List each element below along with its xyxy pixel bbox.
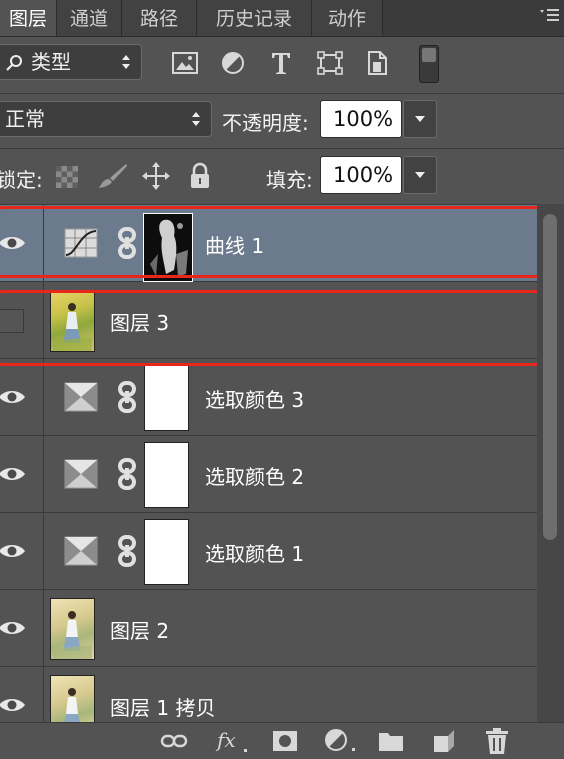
eye-icon	[0, 699, 25, 711]
layer-thumbnail	[50, 598, 95, 660]
fill-value: 100%	[333, 163, 394, 187]
thumbnail-photo	[53, 611, 92, 659]
layer-row-layer-1-copy[interactable]: 图层 1 拷贝	[0, 667, 537, 722]
lock-all-icon[interactable]	[189, 162, 211, 190]
lock-label: 锁定:	[0, 168, 43, 192]
link-icon[interactable]	[116, 381, 138, 413]
eye-icon	[0, 391, 25, 403]
link-icon[interactable]	[116, 458, 138, 490]
highlight-box-curves	[0, 206, 548, 278]
eye-icon	[0, 468, 25, 480]
layer-row-selective-color-2[interactable]: 选取颜色 2	[0, 436, 537, 513]
highlight-box-layer-3	[0, 290, 546, 366]
toggle-knob	[422, 48, 436, 62]
divider	[0, 148, 564, 149]
visibility-toggle[interactable]	[0, 667, 44, 722]
add-layer-mask-icon[interactable]	[271, 729, 299, 753]
fill-label: 填充:	[266, 168, 313, 192]
fill-dropdown-button[interactable]	[403, 156, 437, 194]
visibility-toggle[interactable]	[0, 359, 44, 435]
fill-field[interactable]: 100%	[320, 156, 402, 194]
new-layer-icon[interactable]	[432, 728, 456, 754]
chevron-down-icon	[415, 172, 425, 178]
layer-name: 图层 2	[110, 619, 170, 643]
tab-history[interactable]: 历史记录	[197, 0, 312, 36]
selective-color-adjustment-icon	[64, 382, 98, 412]
eye-icon	[0, 545, 25, 557]
tab-actions[interactable]: 动作	[312, 0, 383, 36]
layer-mask-thumbnail	[144, 365, 189, 431]
layer-name: 选取颜色 3	[205, 388, 305, 412]
thumbnail-photo	[64, 688, 80, 722]
blend-mode-dropdown[interactable]: 正常	[0, 101, 212, 137]
layer-name: 选取颜色 1	[205, 542, 305, 566]
link-layers-icon[interactable]	[160, 733, 188, 749]
tab-layers[interactable]: 图层	[0, 0, 57, 36]
lock-transparent-pixels-icon[interactable]	[56, 166, 78, 188]
layer-row-layer-2[interactable]: 图层 2	[0, 590, 537, 667]
blend-mode-label: 正常	[5, 107, 45, 131]
type-layer-filter-icon[interactable]	[270, 50, 292, 76]
opacity-value: 100%	[333, 107, 394, 131]
selective-color-adjustment-icon	[64, 536, 98, 566]
panel-tab-bar: 图层 通道 路径 历史记录 动作	[0, 0, 564, 37]
panel-menu-icon[interactable]	[538, 6, 560, 26]
filter-kind-label: 类型	[31, 50, 71, 74]
layer-row-selective-color-3[interactable]: 选取颜色 3	[0, 359, 537, 436]
chevron-down-icon	[415, 116, 425, 122]
link-icon[interactable]	[116, 535, 138, 567]
pixel-layer-filter-icon[interactable]	[172, 51, 198, 75]
filter-kind-dropdown[interactable]: 类型	[0, 44, 142, 80]
lock-image-pixels-brush-icon[interactable]	[96, 162, 128, 190]
layers-bottom-toolbar: fx	[0, 722, 564, 759]
chevron-updown-icon	[122, 55, 130, 69]
visibility-toggle[interactable]	[0, 436, 44, 512]
layer-style-fx-icon[interactable]: fx	[215, 727, 249, 755]
layer-name: 图层 1 拷贝	[110, 696, 216, 720]
search-icon	[6, 55, 22, 71]
shape-layer-filter-icon[interactable]	[317, 51, 343, 75]
adjustment-layer-filter-icon[interactable]	[221, 51, 245, 75]
new-adjustment-layer-icon[interactable]	[324, 728, 358, 754]
layer-row-selective-color-1[interactable]: 选取颜色 1	[0, 513, 537, 590]
selective-color-adjustment-icon	[64, 459, 98, 489]
smart-object-filter-icon[interactable]	[366, 50, 388, 76]
tab-channels[interactable]: 通道	[57, 0, 122, 36]
chevron-updown-icon	[192, 112, 200, 126]
filter-toggle-switch[interactable]	[419, 45, 439, 83]
opacity-label: 不透明度:	[222, 111, 309, 135]
opacity-dropdown-button[interactable]	[403, 100, 437, 138]
visibility-toggle[interactable]	[0, 590, 44, 666]
tab-paths[interactable]: 路径	[122, 0, 197, 36]
opacity-field[interactable]: 100%	[320, 100, 402, 138]
svg-text:fx: fx	[215, 728, 236, 752]
new-group-folder-icon[interactable]	[377, 729, 405, 753]
visibility-toggle[interactable]	[0, 513, 44, 589]
delete-layer-trash-icon[interactable]	[484, 727, 510, 755]
divider	[0, 93, 564, 94]
layer-thumbnail	[50, 675, 95, 722]
lock-position-move-icon[interactable]	[142, 162, 170, 190]
layer-name: 选取颜色 2	[205, 465, 305, 489]
layer-mask-thumbnail	[144, 519, 189, 585]
layer-mask-thumbnail	[144, 442, 189, 508]
layers-list: 曲线 1 图层 3 选取颜色 3 选取颜色 2 选取颜色 1 图层 2 图层 1…	[0, 205, 537, 722]
scrollbar-thumb[interactable]	[543, 214, 557, 540]
eye-icon	[0, 622, 25, 634]
